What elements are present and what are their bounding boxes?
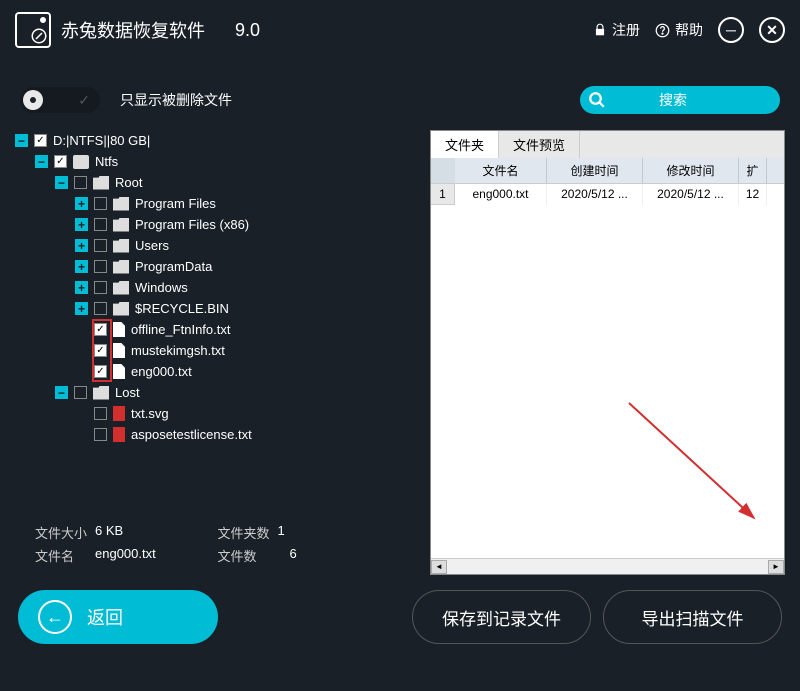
preview-panel: 文件夹 文件预览 文件名 创建时间 修改时间 扩 1 eng000.txt 20…	[430, 130, 785, 575]
tree-node-aspose[interactable]: +asposetestlicense.txt	[15, 424, 420, 445]
stat-folders-value: 1	[278, 523, 285, 542]
tree-node-pf[interactable]: +Program Files	[15, 193, 420, 214]
export-button[interactable]: 导出扫描文件	[603, 590, 782, 644]
arrow-annotation-icon	[624, 398, 764, 528]
tree-node-mustek[interactable]: +mustekimgsh.txt	[15, 340, 420, 361]
tree-node-txtsvg[interactable]: +txt.svg	[15, 403, 420, 424]
col-ext[interactable]: 扩	[739, 158, 767, 183]
stats-panel: 文件大小6 KB 文件夹数1 文件名eng000.txt 文件数 6	[15, 513, 420, 575]
close-button[interactable]: ✕	[759, 17, 785, 43]
col-mtime[interactable]: 修改时间	[643, 158, 739, 183]
tab-folder[interactable]: 文件夹	[431, 131, 499, 158]
lock-icon	[593, 23, 607, 37]
title-bar: 赤兔数据恢复软件 9.0 注册 帮助 ─ ✕	[0, 0, 800, 60]
grid-body[interactable]: 1 eng000.txt 2020/5/12 ... 2020/5/12 ...…	[431, 184, 784, 558]
check-icon: ✓	[78, 92, 90, 109]
col-ctime[interactable]: 创建时间	[547, 158, 643, 183]
toolbar: ✓ 只显示被删除文件 搜索	[0, 80, 800, 120]
folder-tree[interactable]: −D:|NTFS||80 GB| −Ntfs −Root +Program Fi…	[15, 130, 420, 513]
tree-node-offline[interactable]: +offline_FtnInfo.txt	[15, 319, 420, 340]
app-version: 9.0	[235, 20, 260, 41]
col-filename[interactable]: 文件名	[455, 158, 547, 183]
minimize-button[interactable]: ─	[718, 17, 744, 43]
deleted-filter-toggle[interactable]: ✓	[20, 87, 100, 113]
save-log-button[interactable]: 保存到记录文件	[412, 590, 591, 644]
bottom-bar: ← 返回 保存到记录文件 导出扫描文件	[0, 575, 800, 659]
horizontal-scrollbar[interactable]: ◄ ►	[431, 558, 784, 574]
stat-name-value: eng000.txt	[95, 546, 156, 565]
toggle-knob-icon	[23, 90, 43, 110]
tree-node-pfx86[interactable]: +Program Files (x86)	[15, 214, 420, 235]
stat-files-value: 6	[290, 546, 297, 565]
tree-node-users[interactable]: +Users	[15, 235, 420, 256]
search-icon	[588, 91, 606, 109]
tree-node-eng[interactable]: +eng000.txt	[15, 361, 420, 382]
help-icon	[655, 23, 670, 38]
tree-node-windows[interactable]: +Windows	[15, 277, 420, 298]
stat-folders-label: 文件夹数	[218, 523, 278, 542]
stat-name-label: 文件名	[35, 546, 95, 565]
help-button[interactable]: 帮助	[655, 20, 703, 40]
tree-node-ntfs[interactable]: −Ntfs	[15, 151, 420, 172]
tab-preview[interactable]: 文件预览	[499, 131, 580, 158]
tree-node-lost[interactable]: −Lost	[15, 382, 420, 403]
back-arrow-icon: ←	[38, 600, 72, 634]
app-title: 赤兔数据恢复软件	[61, 17, 205, 43]
tree-node-root[interactable]: −Root	[15, 172, 420, 193]
table-row[interactable]: 1 eng000.txt 2020/5/12 ... 2020/5/12 ...…	[431, 184, 784, 205]
stat-files-label: 文件数	[218, 546, 278, 565]
tree-node-recycle[interactable]: +$RECYCLE.BIN	[15, 298, 420, 319]
grid-header: 文件名 创建时间 修改时间 扩	[431, 158, 784, 184]
tree-node-programdata[interactable]: +ProgramData	[15, 256, 420, 277]
scroll-right-icon[interactable]: ►	[768, 560, 784, 574]
back-button[interactable]: ← 返回	[18, 590, 218, 644]
stat-size-value: 6 KB	[95, 523, 123, 542]
filter-label: 只显示被删除文件	[120, 90, 232, 110]
search-button[interactable]: 搜索	[580, 86, 780, 114]
app-logo-icon	[15, 12, 51, 48]
register-button[interactable]: 注册	[593, 20, 640, 40]
stat-size-label: 文件大小	[35, 523, 95, 542]
tree-node-drive[interactable]: −D:|NTFS||80 GB|	[15, 130, 420, 151]
scroll-left-icon[interactable]: ◄	[431, 560, 447, 574]
